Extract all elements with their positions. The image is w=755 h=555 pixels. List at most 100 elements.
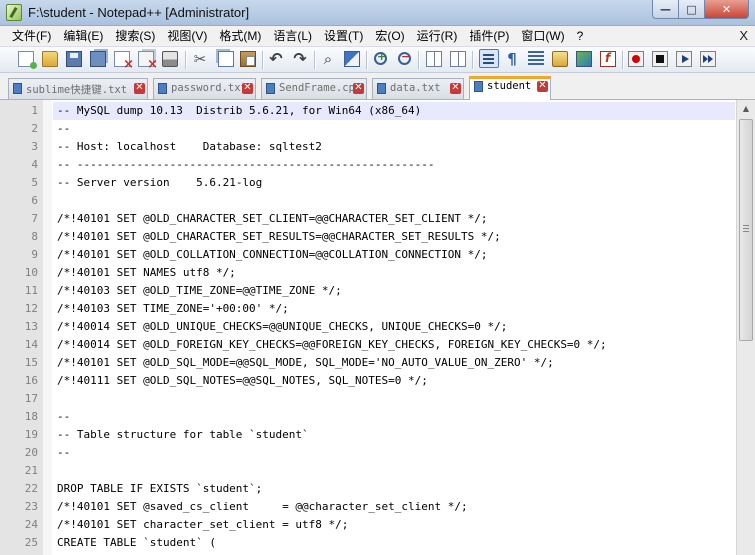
code-line[interactable]: 25 CREATE TABLE `student` ( [0,534,735,552]
menu-macro[interactable]: 宏(O) [369,26,410,46]
code-line[interactable]: 18 -- [0,408,735,426]
line-text[interactable]: -- Server version 5.6.21-log [53,174,735,192]
line-text[interactable]: -- [53,120,735,138]
menu-file[interactable]: 文件(F) [0,26,57,46]
tab-close-icon[interactable]: ✕ [450,83,461,94]
macro-record-icon[interactable] [628,51,644,67]
tab-password[interactable]: password.txt ✕ [153,78,256,99]
menu-search[interactable]: 搜索(S) [109,26,161,46]
tab-student[interactable]: student ✕ [469,76,551,100]
line-text[interactable]: /*!40101 SET @OLD_CHARACTER_SET_RESULTS=… [53,228,735,246]
code-line[interactable]: 10 /*!40101 SET NAMES utf8 */; [0,264,735,282]
menu-help[interactable]: ? [571,26,590,46]
code-line[interactable]: 7 /*!40101 SET @OLD_CHARACTER_SET_CLIENT=… [0,210,735,228]
line-text[interactable]: /*!40103 SET @OLD_TIME_ZONE=@@TIME_ZONE … [53,282,735,300]
cut-icon[interactable]: ✂ [192,51,208,67]
line-text[interactable]: /*!40014 SET @OLD_FOREIGN_KEY_CHECKS=@@F… [53,336,735,354]
close-window-button[interactable]: ✕ [705,0,749,19]
line-text[interactable]: -- [53,444,735,462]
maximize-button[interactable]: □ [679,0,705,19]
menu-format[interactable]: 格式(M) [213,26,267,46]
line-text[interactable] [53,462,735,480]
menu-view[interactable]: 视图(V) [161,26,213,46]
line-text[interactable]: -- -------------------------------------… [53,156,735,174]
line-text[interactable]: -- Table structure for table `student` [53,426,735,444]
code-line[interactable]: 21 [0,462,735,480]
user-defined-language-icon[interactable] [552,51,568,67]
paste-icon[interactable] [240,51,256,67]
code-line[interactable]: 9 /*!40101 SET @OLD_COLLATION_CONNECTION=… [0,246,735,264]
line-text[interactable]: /*!40103 SET TIME_ZONE='+00:00' */; [53,300,735,318]
menu-window[interactable]: 窗口(W) [515,26,570,46]
macro-play-icon[interactable] [676,51,692,67]
copy-icon[interactable] [218,51,234,67]
menu-settings[interactable]: 设置(T) [318,26,369,46]
code-line[interactable]: 8 /*!40101 SET @OLD_CHARACTER_SET_RESULTS… [0,228,735,246]
code-line[interactable]: 1 -- MySQL dump 10.13 Distrib 5.6.21, for… [0,102,735,120]
code-line[interactable]: 17 [0,390,735,408]
tab-sublime-shortcuts[interactable]: sublime快捷键.txt ✕ [8,78,148,99]
document-map-icon[interactable] [576,51,592,67]
menu-plugins[interactable]: 插件(P) [463,26,515,46]
macro-stop-icon[interactable] [652,51,668,67]
menu-language[interactable]: 语言(L) [267,26,318,46]
code-line[interactable]: 11 /*!40103 SET @OLD_TIME_ZONE=@@TIME_ZON… [0,282,735,300]
code-line[interactable]: 2 -- [0,120,735,138]
tab-close-icon[interactable]: ✕ [353,83,364,94]
tab-close-icon[interactable]: ✕ [134,83,145,94]
find-icon[interactable]: ⌕ [320,51,336,67]
line-text[interactable]: /*!40014 SET @OLD_UNIQUE_CHECKS=@@UNIQUE… [53,318,735,336]
menu-run[interactable]: 运行(R) [411,26,464,46]
line-text[interactable]: /*!40101 SET character_set_client = utf8… [53,516,735,534]
sync-horizontal-icon[interactable] [450,51,466,67]
line-text[interactable] [53,390,735,408]
line-text[interactable]: /*!40101 SET @saved_cs_client = @@charac… [53,498,735,516]
code-line[interactable]: 23 /*!40101 SET @saved_cs_client = @@char… [0,498,735,516]
macro-play-multiple-icon[interactable] [700,51,716,67]
code-line[interactable]: 6 [0,192,735,210]
tab-sendframe[interactable]: SendFrame.cpp ✕ [261,78,367,99]
code-line[interactable]: 4 -- ------------------------------------… [0,156,735,174]
redo-icon[interactable]: ↷ [292,51,308,67]
code-line[interactable]: 20 -- [0,444,735,462]
function-list-icon[interactable] [600,51,616,67]
sync-vertical-icon[interactable] [426,51,442,67]
line-text[interactable]: DROP TABLE IF EXISTS `student`; [53,480,735,498]
line-text[interactable]: /*!40111 SET @OLD_SQL_NOTES=@@SQL_NOTES,… [53,372,735,390]
line-text[interactable]: -- Host: localhost Database: sqltest2 [53,138,735,156]
line-text[interactable]: /*!40101 SET NAMES utf8 */; [53,264,735,282]
line-text[interactable]: /*!40101 SET @OLD_CHARACTER_SET_CLIENT=@… [53,210,735,228]
line-text[interactable]: /*!40101 SET @OLD_COLLATION_CONNECTION=@… [53,246,735,264]
line-text[interactable] [53,192,735,210]
code-line[interactable]: 13 /*!40014 SET @OLD_UNIQUE_CHECKS=@@UNIQ… [0,318,735,336]
code-line[interactable]: 19 -- Table structure for table `student` [0,426,735,444]
code-line[interactable]: 22 DROP TABLE IF EXISTS `student`; [0,480,735,498]
indent-guide-icon[interactable] [528,51,544,67]
code-line[interactable]: 12 /*!40103 SET TIME_ZONE='+00:00' */; [0,300,735,318]
open-file-icon[interactable] [42,51,58,67]
minimize-button[interactable]: — [652,0,679,19]
line-text[interactable]: -- MySQL dump 10.13 Distrib 5.6.21, for … [53,102,735,120]
line-text[interactable]: CREATE TABLE `student` ( [53,534,735,552]
code-line[interactable]: 16 /*!40111 SET @OLD_SQL_NOTES=@@SQL_NOTE… [0,372,735,390]
save-icon[interactable] [66,51,82,67]
new-file-icon[interactable] [18,51,37,69]
close-document-icon[interactable]: X [739,28,748,43]
editor-pane[interactable]: 1 -- MySQL dump 10.13 Distrib 5.6.21, for… [0,100,755,555]
replace-icon[interactable] [344,51,360,67]
print-icon[interactable] [162,51,178,67]
code-line[interactable]: 3 -- Host: localhost Database: sqltest2 [0,138,735,156]
code-line[interactable]: 5 -- Server version 5.6.21-log [0,174,735,192]
notepadpp-icon[interactable] [6,4,22,21]
scrollbar-thumb[interactable] [739,119,753,341]
undo-icon[interactable]: ↶ [268,51,284,67]
zoom-in-icon[interactable] [374,50,387,65]
code-line[interactable]: 15 /*!40101 SET @OLD_SQL_MODE=@@SQL_MODE,… [0,354,735,372]
vertical-scrollbar[interactable]: ▲ [736,100,755,555]
code-line[interactable]: 14 /*!40014 SET @OLD_FOREIGN_KEY_CHECKS=@… [0,336,735,354]
menu-edit[interactable]: 编辑(E) [57,26,109,46]
show-all-characters-icon[interactable]: ¶ [504,51,520,67]
zoom-out-icon[interactable] [398,50,411,65]
scroll-up-icon[interactable]: ▲ [739,100,753,117]
line-text[interactable]: -- [53,408,735,426]
